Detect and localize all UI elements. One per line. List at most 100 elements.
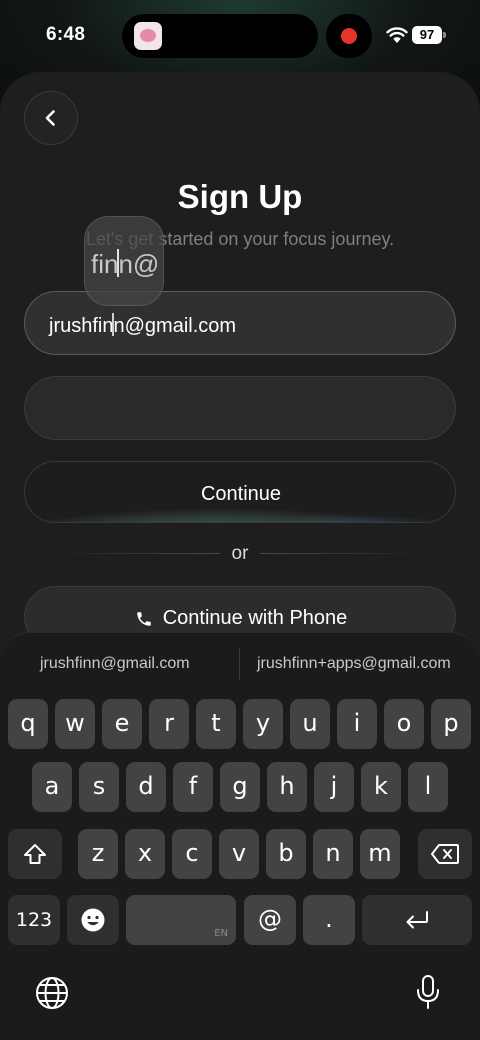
- key-g[interactable]: g: [220, 762, 260, 812]
- autofill-suggestion[interactable]: jrushfinn@gmail.com: [40, 655, 190, 673]
- key-label: q: [20, 708, 36, 737]
- key-q[interactable]: q: [8, 699, 48, 749]
- key-c[interactable]: c: [172, 829, 212, 879]
- app-icon: [134, 22, 162, 50]
- key-s[interactable]: s: [79, 762, 119, 812]
- magnifier-text-before: fin: [91, 249, 119, 279]
- key-label: d: [138, 771, 154, 800]
- email-value: jrushfinn@gmail.com: [49, 313, 236, 338]
- phone-button-label: Continue with Phone: [162, 607, 348, 629]
- key-k[interactable]: k: [361, 762, 401, 812]
- key-label: g: [232, 771, 248, 800]
- key-j[interactable]: j: [314, 762, 354, 812]
- backspace-icon: [431, 844, 459, 864]
- key-h[interactable]: h: [267, 762, 307, 812]
- phone-icon: [136, 611, 151, 626]
- key-label: o: [396, 708, 412, 737]
- key-label: h: [279, 771, 295, 800]
- numbers-key-label: 123: [15, 909, 53, 931]
- key-a[interactable]: a: [32, 762, 72, 812]
- key-label: @: [258, 904, 282, 933]
- key-label: y: [255, 708, 271, 737]
- battery-cap: [443, 32, 446, 38]
- key-x[interactable]: x: [125, 829, 165, 879]
- battery-level: 97: [412, 26, 442, 44]
- back-button[interactable]: [24, 91, 78, 145]
- recording-indicator[interactable]: [326, 14, 372, 58]
- key-label: w: [65, 708, 85, 737]
- wifi-icon: [386, 27, 408, 43]
- key-f[interactable]: f: [173, 762, 213, 812]
- status-time: 6:48: [46, 24, 86, 45]
- key-label: c: [185, 838, 199, 867]
- key-label: j: [330, 771, 338, 800]
- return-key[interactable]: [362, 895, 472, 945]
- key-label: i: [353, 708, 361, 737]
- key-label: n: [325, 838, 341, 867]
- period-key[interactable]: .: [303, 895, 355, 945]
- key-label: .: [325, 904, 333, 933]
- key-label: z: [91, 838, 105, 867]
- key-w[interactable]: w: [55, 699, 95, 749]
- key-n[interactable]: n: [313, 829, 353, 879]
- at-key[interactable]: @: [244, 895, 296, 945]
- key-z[interactable]: z: [78, 829, 118, 879]
- key-label: r: [164, 708, 174, 737]
- keyboard-language-label: EN: [214, 928, 228, 939]
- key-label: t: [211, 708, 221, 737]
- page-subtitle: Let's get started on your focus journey.: [85, 229, 395, 249]
- phone-button-content: Continue with Phone: [25, 607, 457, 630]
- key-d[interactable]: d: [126, 762, 166, 812]
- return-icon: [406, 911, 428, 929]
- key-label: a: [44, 771, 60, 800]
- record-icon: [341, 28, 357, 44]
- email-text-before-cursor: jrushfin: [49, 315, 114, 337]
- magnifier-text: finn@: [91, 249, 159, 280]
- key-l[interactable]: l: [408, 762, 448, 812]
- password-field[interactable]: [24, 376, 456, 440]
- emoji-key[interactable]: [67, 895, 119, 945]
- magnifier-text-after: n@: [118, 249, 160, 279]
- keyboard: jrushfinn@gmail.com jrushfinn+apps@gmail…: [0, 632, 480, 1040]
- shift-icon: [24, 844, 46, 864]
- backspace-key[interactable]: [418, 829, 472, 879]
- key-y[interactable]: y: [243, 699, 283, 749]
- status-bar: 6:48 97: [0, 0, 480, 72]
- battery-indicator: 97: [412, 26, 446, 44]
- key-label: s: [92, 771, 106, 800]
- key-label: p: [443, 708, 459, 737]
- key-o[interactable]: o: [384, 699, 424, 749]
- key-label: f: [188, 771, 198, 800]
- key-m[interactable]: m: [360, 829, 400, 879]
- shift-key[interactable]: [8, 829, 62, 879]
- email-text-after-cursor: n@gmail.com: [113, 315, 237, 337]
- key-b[interactable]: b: [266, 829, 306, 879]
- continue-button[interactable]: Continue: [24, 461, 456, 523]
- key-label: u: [302, 708, 318, 737]
- dynamic-island[interactable]: [122, 14, 318, 58]
- page-title: Sign Up: [177, 178, 303, 215]
- key-label: m: [368, 838, 392, 867]
- key-u[interactable]: u: [290, 699, 330, 749]
- globe-icon[interactable]: [34, 975, 70, 1011]
- key-label: v: [231, 838, 247, 867]
- key-t[interactable]: t: [196, 699, 236, 749]
- key-label: b: [278, 838, 294, 867]
- key-r[interactable]: r: [149, 699, 189, 749]
- suggestion-separator: [239, 648, 240, 680]
- email-field[interactable]: jrushfinn@gmail.com: [24, 291, 456, 355]
- key-i[interactable]: i: [337, 699, 377, 749]
- autofill-suggestion[interactable]: jrushfinn+apps@gmail.com: [257, 655, 451, 673]
- key-p[interactable]: p: [431, 699, 471, 749]
- numbers-key[interactable]: 123: [8, 895, 60, 945]
- space-key[interactable]: EN: [126, 895, 236, 945]
- key-v[interactable]: v: [219, 829, 259, 879]
- microphone-icon[interactable]: [412, 973, 444, 1013]
- key-e[interactable]: e: [102, 699, 142, 749]
- key-label: k: [374, 771, 388, 800]
- key-label: l: [424, 771, 432, 800]
- emoji-icon: [81, 908, 105, 932]
- text-magnifier: finn@: [84, 216, 164, 306]
- key-label: e: [114, 708, 130, 737]
- continue-label: Continue: [200, 483, 282, 505]
